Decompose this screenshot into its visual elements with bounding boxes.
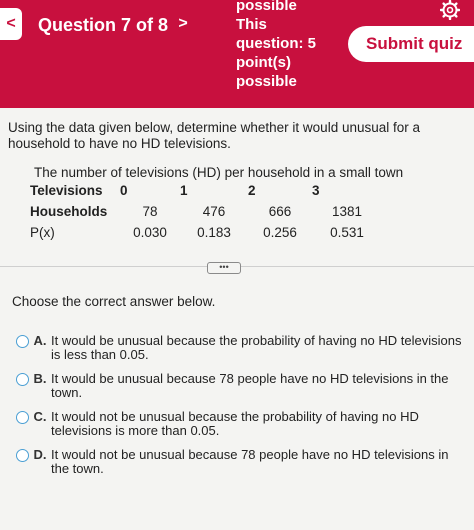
option-letter: C.	[33, 409, 47, 424]
table-cell: 78	[142, 204, 158, 219]
table-cell: 0.256	[263, 225, 297, 240]
question-prompt: Using the data given below, determine wh…	[8, 120, 421, 151]
previous-question-button[interactable]: <	[0, 8, 22, 40]
chevron-left-icon: <	[6, 15, 16, 32]
points-line: possible	[236, 0, 297, 14]
radio-button[interactable]	[16, 411, 29, 424]
table-header-cell: 3	[312, 183, 320, 198]
option-letter: D.	[33, 447, 47, 462]
answer-option-a[interactable]: A. It would be unusual because the proba…	[16, 334, 466, 362]
settings-gear-icon[interactable]	[439, 0, 461, 21]
option-text: It would not be unusual because 78 peopl…	[51, 447, 449, 476]
submit-quiz-button[interactable]: Submit quiz	[348, 26, 474, 62]
table-row-label: P(x)	[30, 225, 55, 240]
table-header-row: Televisions 0 1 2 3	[30, 180, 382, 201]
table-cell: 1381	[331, 204, 363, 219]
points-line: possible	[236, 73, 297, 90]
table-cell: 0.030	[133, 225, 167, 240]
chevron-right-icon: >	[178, 15, 188, 32]
expand-more-button[interactable]: •••	[207, 262, 241, 274]
table-cell: 476	[202, 204, 226, 219]
table-cell: 666	[268, 204, 292, 219]
radio-button[interactable]	[16, 335, 29, 348]
next-question-button[interactable]: >	[168, 8, 198, 40]
answer-option-c[interactable]: C. It would not be unusual because the p…	[16, 410, 466, 438]
quiz-header: < Question 7 of 8 > possible This questi…	[0, 0, 474, 108]
table-caption: The number of televisions (HD) per house…	[34, 165, 404, 180]
table-header-cell: 2	[248, 183, 256, 198]
radio-button[interactable]	[16, 373, 29, 386]
points-line: point(s)	[236, 54, 291, 71]
radio-button[interactable]	[16, 449, 29, 462]
probability-table: Televisions 0 1 2 3 Households 78 476 66…	[30, 180, 382, 243]
table-row: P(x) 0.030 0.183 0.256 0.531	[30, 222, 382, 243]
option-letter: A.	[33, 333, 47, 348]
option-text: It would be unusual because 78 people ha…	[51, 371, 449, 400]
option-letter: B.	[33, 371, 47, 386]
answer-option-b[interactable]: B. It would be unusual because 78 people…	[16, 372, 466, 400]
table-cell: 0.183	[197, 225, 231, 240]
question-counter: Question 7 of 8	[38, 15, 169, 35]
answer-instruction: Choose the correct answer below.	[12, 294, 216, 309]
table-header-cell: Televisions	[30, 183, 103, 198]
option-text: It would be unusual because the probabil…	[51, 333, 462, 362]
table-header-cell: 0	[120, 183, 128, 198]
answer-option-d[interactable]: D. It would not be unusual because 78 pe…	[16, 448, 466, 476]
table-cell: 0.531	[330, 225, 364, 240]
points-info: possible This question: 5 point(s) possi…	[236, 0, 346, 91]
table-row-label: Households	[30, 204, 108, 219]
table-row: Households 78 476 666 1381	[30, 201, 382, 222]
points-line: question: 5	[236, 35, 317, 52]
points-line: This	[236, 16, 267, 33]
table-header-cell: 1	[180, 183, 188, 198]
option-text: It would not be unusual because the prob…	[51, 409, 419, 438]
